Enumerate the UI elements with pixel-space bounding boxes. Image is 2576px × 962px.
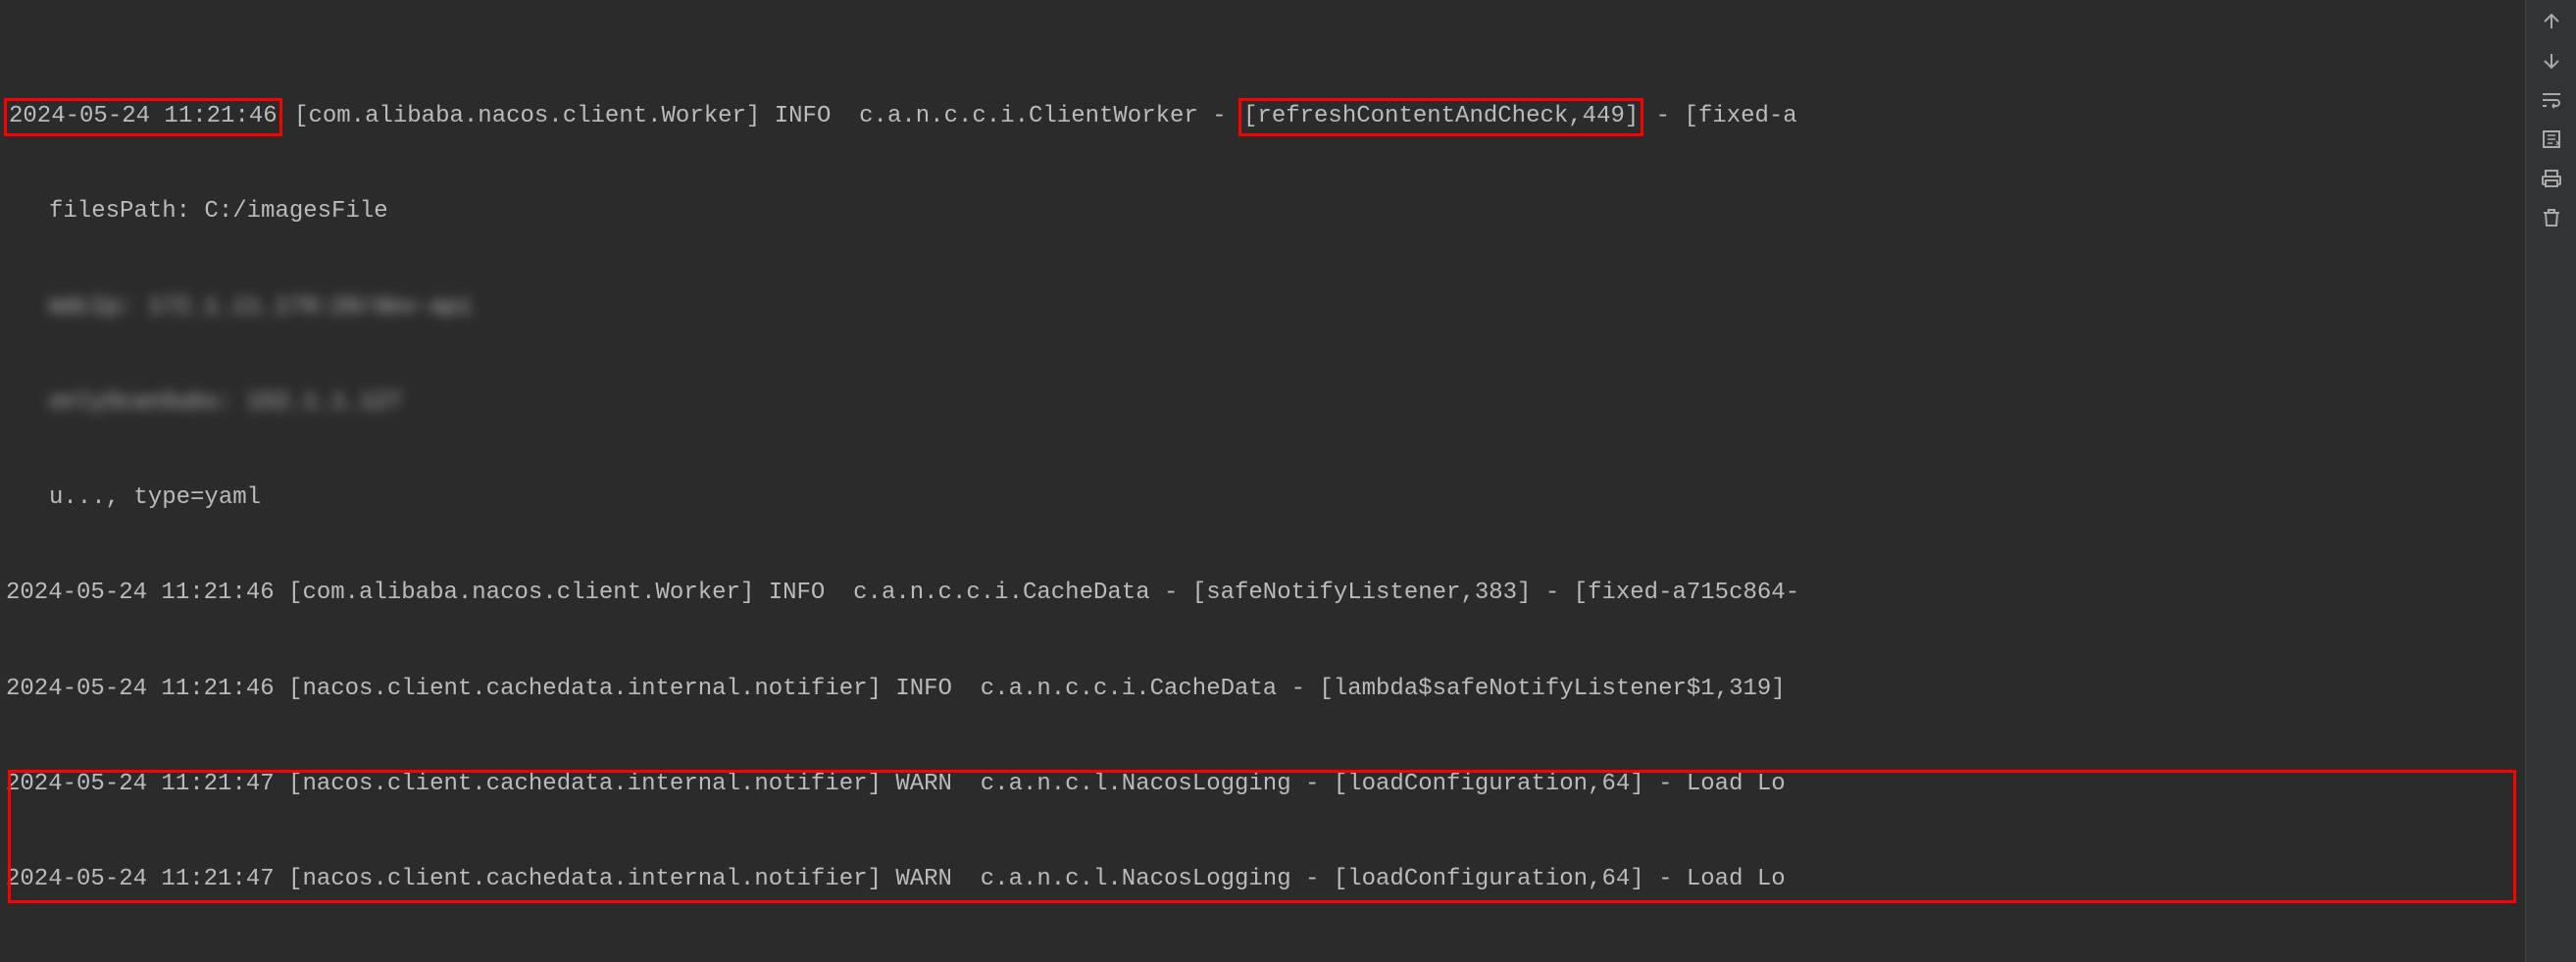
log-line: 2024-05-24 11:21:46 [com.alibaba.nacos.c… <box>6 578 2525 609</box>
scroll-to-end-icon[interactable] <box>2538 126 2565 153</box>
method-ref: [refreshContentAndCheck,449] <box>1243 103 1639 129</box>
arrow-up-icon[interactable] <box>2538 8 2565 35</box>
log-line: 2024-05-24 11:21:46 [nacos.client.cached… <box>6 674 2525 705</box>
log-text: 2024-05-24 11:21:46 [com.alibaba.nacos.c… <box>6 580 1799 606</box>
log-line-redacted: onlyScanSubs: 152.1.1.127 <box>6 387 2525 419</box>
log-text: 2024-05-24 11:21:47 [nacos.client.cached… <box>6 771 1786 797</box>
log-text: - [fixed-a <box>1642 103 1796 129</box>
log-text: 2024-05-24 11:21:47 [nacos.client.cached… <box>6 866 1786 892</box>
log-line: 2024-05-24 11:21:46 [com.alibaba.nacos.c… <box>6 101 2525 132</box>
clear-all-icon[interactable] <box>2538 204 2565 231</box>
print-icon[interactable] <box>2538 165 2565 192</box>
log-line-redacted: mdcIp: 172.1.11.179:20/dev-api <box>6 292 2525 324</box>
soft-wrap-icon[interactable] <box>2538 86 2565 114</box>
log-line: 2024-05-24 11:21:47 [nacos.client.cached… <box>6 769 2525 800</box>
log-line: 2024-05-24 11:21:47 [nacos.client.cached… <box>6 864 2525 895</box>
log-text: filesPath: C:/imagesFile <box>49 198 388 225</box>
highlight-timestamp-box: 2024-05-24 11:21:46 <box>4 98 282 135</box>
log-text: [com.alibaba.nacos.client.Worker] INFO c… <box>280 103 1240 129</box>
log-line: filesPath: C:/imagesFile <box>6 196 2525 228</box>
log-text: mdcIp: 172.1.11.179:20/dev-api <box>49 294 473 321</box>
highlight-method-box: [refreshContentAndCheck,449] <box>1238 98 1643 135</box>
console-log-output[interactable]: 2024-05-24 11:21:46 [com.alibaba.nacos.c… <box>0 0 2525 962</box>
timestamp: 2024-05-24 11:21:46 <box>9 103 278 129</box>
log-text: u..., type=yaml <box>49 484 261 511</box>
console-toolbar <box>2525 0 2576 962</box>
log-line: u..., type=yaml <box>6 482 2525 514</box>
arrow-down-icon[interactable] <box>2538 47 2565 75</box>
log-text: 2024-05-24 11:21:46 [nacos.client.cached… <box>6 676 1786 702</box>
log-text: onlyScanSubs: 152.1.1.127 <box>49 389 402 416</box>
